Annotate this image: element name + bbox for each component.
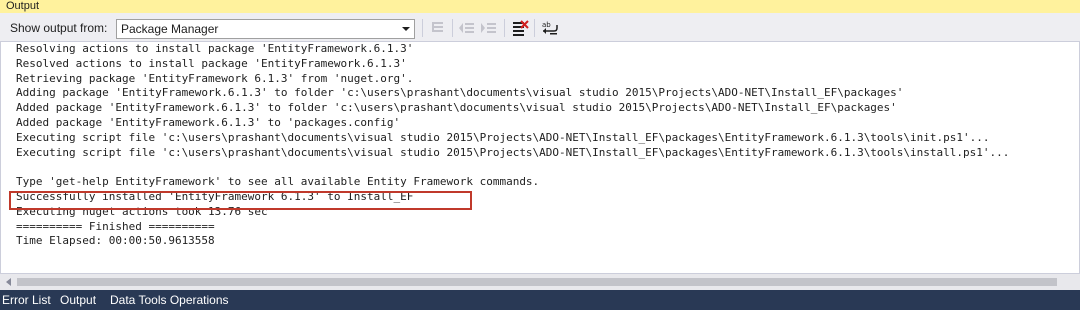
tab-output[interactable]: Output bbox=[60, 292, 96, 308]
output-line: Added package 'EntityFramework.6.1.3' to… bbox=[16, 101, 897, 115]
output-line: Executing script file 'c:\users\prashant… bbox=[16, 130, 990, 144]
tab-error-list[interactable]: Error List bbox=[2, 292, 51, 308]
previous-message-button[interactable] bbox=[458, 19, 476, 37]
clear-all-icon bbox=[513, 20, 529, 36]
chevron-down-icon bbox=[402, 27, 410, 31]
show-output-from-label: Show output from: bbox=[10, 21, 108, 35]
output-line: Executing script file 'c:\users\prashant… bbox=[16, 145, 1010, 159]
svg-text:ab: ab bbox=[542, 21, 551, 29]
go-to-previous-message-icon bbox=[459, 23, 474, 33]
toolbar-separator bbox=[534, 19, 535, 37]
find-message-icon bbox=[432, 22, 443, 32]
output-toolbar: Show output from: Package Manager ab bbox=[0, 13, 1080, 42]
output-line: Time Elapsed: 00:00:50.9613558 bbox=[16, 234, 215, 248]
output-text-area[interactable]: Resolving actions to install package 'En… bbox=[0, 42, 1080, 273]
toolbar-separator bbox=[452, 19, 453, 37]
output-line: ========== Finished ========== bbox=[16, 219, 215, 233]
highlight-annotation-box bbox=[9, 191, 472, 210]
output-source-select[interactable]: Package Manager bbox=[116, 19, 415, 39]
output-line: Retrieving package 'EntityFramework 6.1.… bbox=[16, 71, 414, 85]
clear-all-button[interactable] bbox=[511, 19, 529, 37]
toggle-word-wrap-button[interactable]: ab bbox=[541, 19, 559, 37]
output-source-value: Package Manager bbox=[121, 22, 219, 36]
tab-data-tools-operations[interactable]: Data Tools Operations bbox=[110, 292, 229, 308]
output-lines: Resolving actions to install package 'En… bbox=[16, 42, 1009, 249]
output-line: Added package 'EntityFramework.6.1.3' to… bbox=[16, 115, 401, 129]
next-message-button[interactable] bbox=[480, 19, 498, 37]
toolbar-separator bbox=[504, 19, 505, 37]
toolbar-separator bbox=[422, 19, 423, 37]
horizontal-scrollbar[interactable] bbox=[0, 273, 1080, 290]
toggle-word-wrap-icon: ab bbox=[542, 21, 558, 35]
find-message-button[interactable] bbox=[430, 19, 448, 37]
output-line: Resolving actions to install package 'En… bbox=[16, 42, 414, 55]
scrollbar-thumb[interactable] bbox=[17, 278, 1057, 286]
go-to-next-message-icon bbox=[481, 23, 496, 33]
scroll-left-icon[interactable] bbox=[6, 278, 11, 286]
output-line: Type 'get-help EntityFramework' to see a… bbox=[16, 175, 540, 189]
window-title: Output bbox=[0, 0, 1080, 13]
bottom-tab-bar: Error List Output Data Tools Operations bbox=[0, 290, 1080, 310]
output-window: Output Show output from: Package Manager bbox=[0, 0, 1080, 310]
output-line: Resolved actions to install package 'Ent… bbox=[16, 56, 407, 70]
output-line: Adding package 'EntityFramework.6.1.3' t… bbox=[16, 86, 904, 100]
